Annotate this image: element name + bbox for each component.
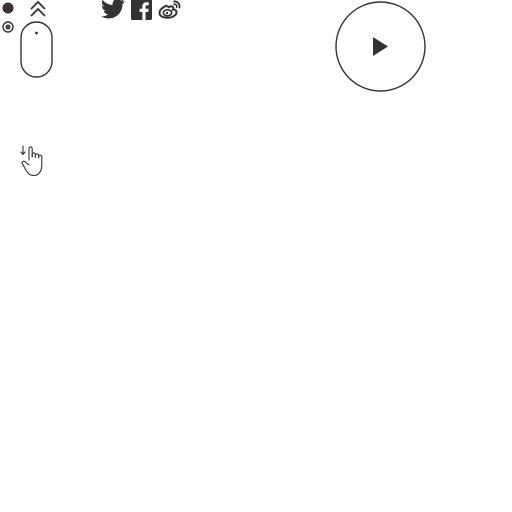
hand-swipe-icon — [20, 145, 43, 177]
pagination-dot-inactive[interactable] — [2, 21, 14, 33]
mouse-scroll-icon — [20, 21, 53, 78]
scroll-up-chevrons-icon[interactable] — [29, 0, 47, 18]
page — [0, 0, 512, 512]
play-button[interactable] — [335, 1, 426, 92]
weibo-icon[interactable] — [158, 0, 182, 23]
twitter-icon[interactable] — [101, 0, 125, 23]
pagination-dot-active[interactable] — [2, 2, 14, 14]
facebook-icon[interactable] — [131, 0, 152, 24]
social-share-bar — [101, 0, 182, 22]
